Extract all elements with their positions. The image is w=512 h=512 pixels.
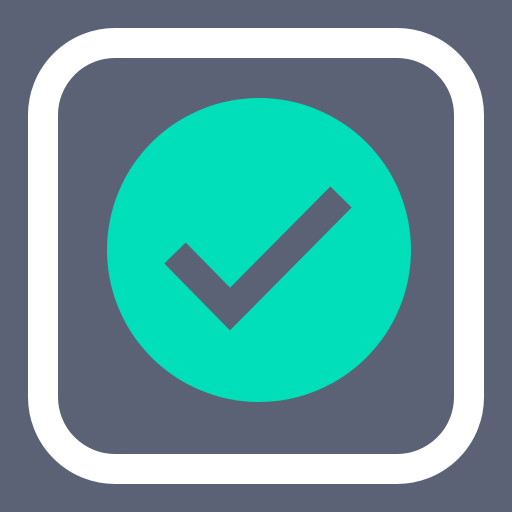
- app-icon: [0, 0, 512, 512]
- checkmark-circle-icon: [0, 0, 512, 512]
- check-circle: [107, 98, 411, 402]
